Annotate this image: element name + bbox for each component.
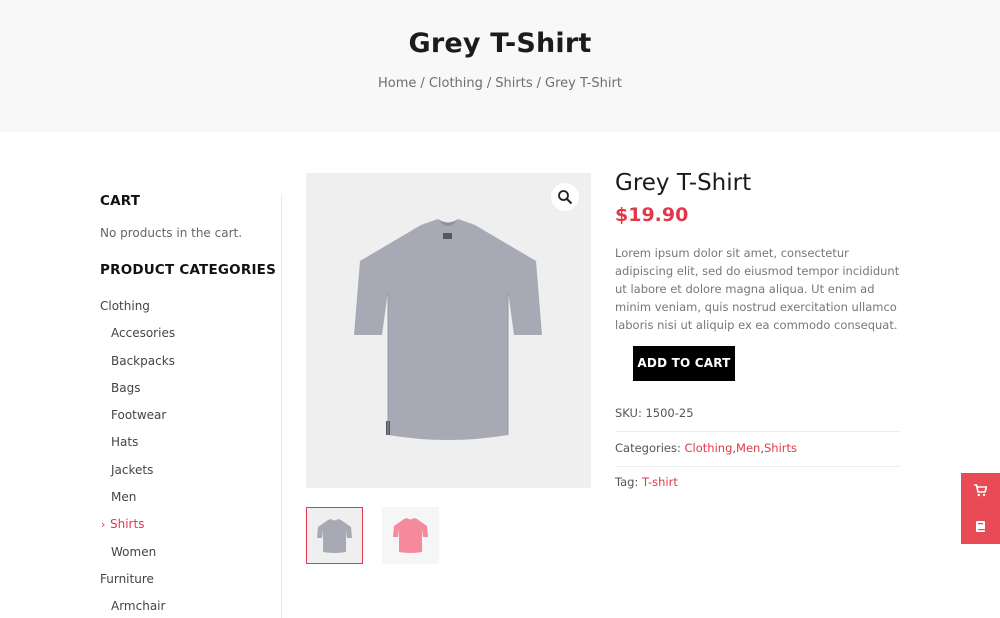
product-tag: Tag: T-shirt [615,475,900,489]
category-label: Men [111,490,137,505]
floating-book-button[interactable] [961,509,1000,544]
categories-label: Categories: [615,441,681,455]
category-link-shirts[interactable]: Shirts [764,441,797,455]
floating-action-bar [961,473,1000,544]
category-label: Accesories [111,326,176,341]
category-item-footwear[interactable]: Footwear [100,408,175,435]
product-sku: SKU: 1500-25 [615,406,900,420]
sku-value: 1500-25 [645,406,694,420]
meta-divider [615,466,900,467]
zoom-button[interactable] [551,183,579,211]
category-label: Shirts [110,517,145,532]
category-label: Furniture [100,571,154,586]
category-item-men[interactable]: Men [100,490,175,517]
cart-widget-title: CART [100,193,141,209]
category-label: Clothing [100,299,150,313]
category-item-women[interactable]: Women [100,545,175,572]
tag-link[interactable]: T-shirt [642,475,678,489]
cart-empty-text: No products in the cart. [100,226,243,240]
category-label: Women [111,544,157,559]
product-title: Grey T-Shirt [615,170,752,196]
thumbnail-grey-tshirt[interactable] [306,507,363,564]
pink-tshirt-thumb [393,518,428,553]
chevron-right-icon: › [101,518,106,532]
breadcrumb-separator: / [420,76,425,91]
category-list: Clothing Accesories Backpacks Bags Footwear H… [100,299,175,618]
magnifier-icon [558,190,573,205]
product-price: $19.90 [615,204,689,226]
category-label: Jackets [111,462,154,477]
breadcrumb: Home / Clothing / Shirts / Grey T-Shirt [0,76,1000,91]
thumbnail-pink-tshirt[interactable] [382,507,439,564]
add-to-cart-button[interactable]: ADD TO CART [633,346,735,381]
category-item-clothing[interactable]: Clothing [100,299,175,326]
category-link-clothing[interactable]: Clothing [685,441,733,455]
category-link-men[interactable]: Men [736,441,760,455]
sidebar-divider [281,195,282,618]
category-item-shirts[interactable]: › Shirts [100,517,175,544]
grey-tshirt-thumb [317,519,352,553]
category-label: Footwear [111,408,167,423]
category-item-furniture[interactable]: Furniture [100,572,175,599]
page-header: Grey T-Shirt Home / Clothing / Shirts / Grey T… [0,0,1000,132]
page-title: Grey T-Shirt [408,28,592,59]
cart-icon [974,484,987,497]
product-categories: Categories: Clothing,Men,Shirts [615,441,797,455]
category-label: Backpacks [111,353,175,368]
categories-widget-title: PRODUCT CATEGORIES [100,262,277,278]
category-item-jackets[interactable]: Jackets [100,463,175,490]
breadcrumb-separator: / [486,76,492,91]
category-item-bags[interactable]: Bags [100,381,175,408]
category-item-accesories[interactable]: Accesories [100,326,175,353]
meta-divider [615,431,900,432]
breadcrumb-home[interactable]: Home [378,76,416,91]
floating-cart-button[interactable] [961,473,1000,508]
book-icon [976,521,985,532]
product-description: Lorem ipsum dolor sit amet, consectetur … [615,246,900,332]
category-item-armchair[interactable]: Armchair [100,599,175,618]
breadcrumb-separator: / [536,76,542,91]
breadcrumb-current: Grey T-Shirt [545,76,622,91]
tag-label: Tag: [615,475,639,489]
category-label: Hats [111,435,139,450]
category-label: Armchair [111,599,166,614]
breadcrumb-shirts[interactable]: Shirts [495,76,532,91]
product-main-image[interactable] [306,173,591,488]
category-item-backpacks[interactable]: Backpacks [100,354,175,381]
category-item-hats[interactable]: Hats [100,435,175,462]
sku-label: SKU: [615,406,642,420]
grey-tshirt-image [354,219,542,440]
breadcrumb-clothing[interactable]: Clothing [429,76,483,91]
category-label: Bags [111,380,141,395]
